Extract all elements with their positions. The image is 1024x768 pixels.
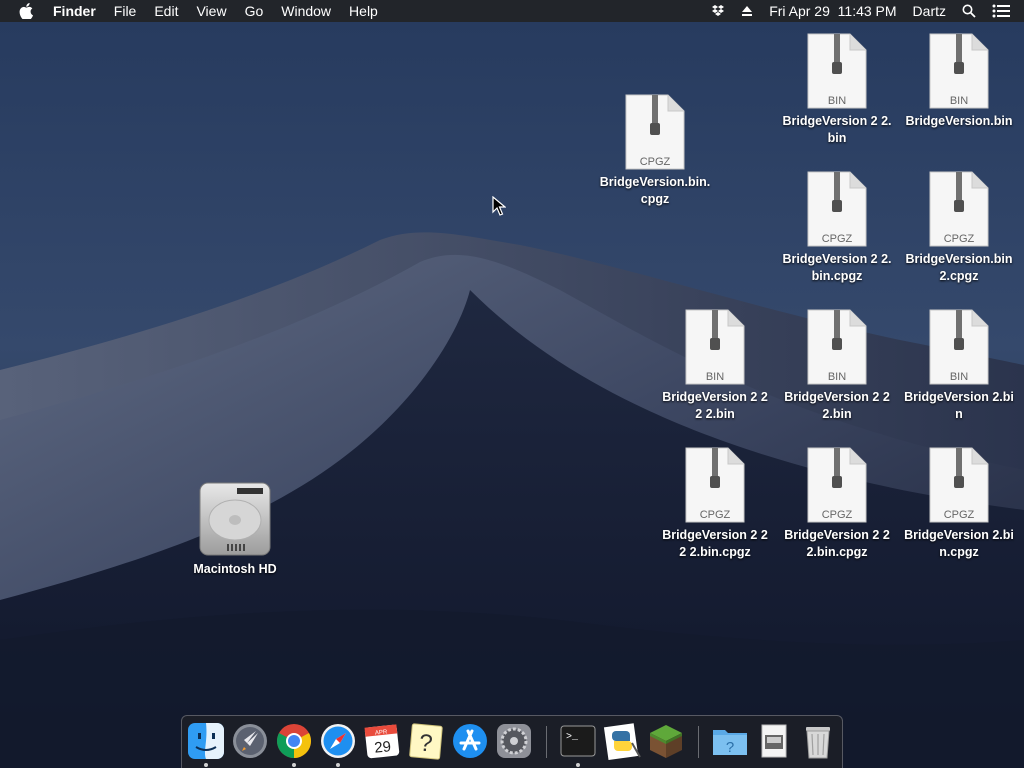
archive-file-icon: CPGZ	[625, 94, 685, 170]
dock-python-launcher-icon[interactable]	[602, 721, 642, 761]
file-label: BridgeVersion 2 2.bin	[782, 114, 892, 145]
menu-help[interactable]: Help	[340, 0, 387, 22]
dropbox-icon[interactable]	[703, 0, 733, 22]
svg-text:CPGZ: CPGZ	[944, 233, 975, 245]
file-label: BridgeVersion 2 2 2 2.bin	[662, 390, 768, 421]
user-name[interactable]: Dartz	[905, 0, 954, 22]
archive-file-icon: BIN	[929, 309, 989, 385]
dock-document-icon[interactable]	[754, 721, 794, 761]
svg-text:BIN: BIN	[828, 371, 846, 383]
svg-text:>_: >_	[566, 732, 579, 743]
mouse-cursor-icon	[492, 196, 506, 216]
macintosh-hd-drive[interactable]: Macintosh HD	[174, 480, 296, 576]
svg-text:CPGZ: CPGZ	[822, 233, 853, 245]
svg-text:BIN: BIN	[950, 371, 968, 383]
file-icon-bridgeversion-2-2-bin-cpgz[interactable]: CPGZ BridgeVersion 2 2.bin.cpgz	[776, 170, 898, 285]
archive-file-icon: CPGZ	[685, 447, 745, 523]
file-icon-bridgeversion-bin-cpgz[interactable]: CPGZ BridgeVersion.bin.cpgz	[594, 93, 716, 208]
file-label: BridgeVersion.bin 2.cpgz	[905, 252, 1013, 283]
file-icon-bridgeversion-2-bin[interactable]: BIN BridgeVersion 2.bin	[898, 308, 1020, 423]
menu-window[interactable]: Window	[272, 0, 340, 22]
menu-file[interactable]: File	[105, 0, 146, 22]
dock-chrome-icon[interactable]	[274, 721, 314, 761]
svg-text:BIN: BIN	[950, 95, 968, 107]
dock-finder-icon[interactable]	[186, 721, 226, 761]
dock: APR 29 ? >_ ?	[181, 715, 843, 768]
file-icon-bridgeversion-2-2-2-bin[interactable]: BIN BridgeVersion 2 2 2.bin	[776, 308, 898, 423]
running-indicator	[336, 763, 340, 767]
archive-file-icon: CPGZ	[807, 171, 867, 247]
menu-finder[interactable]: Finder	[44, 0, 105, 22]
archive-file-icon: CPGZ	[929, 171, 989, 247]
dock-app-store-icon[interactable]	[450, 721, 490, 761]
dock-help-icon[interactable]: ?	[406, 721, 446, 761]
dock-minecraft-icon[interactable]	[646, 721, 686, 761]
file-icon-bridgeversion-bin[interactable]: BIN BridgeVersion.bin	[898, 32, 1020, 130]
archive-file-icon: BIN	[685, 309, 745, 385]
clock[interactable]: Fri Apr 29 11:43 PM	[761, 0, 904, 22]
dock-calendar-icon[interactable]: APR 29	[362, 721, 402, 761]
running-indicator	[576, 763, 580, 767]
svg-text:BIN: BIN	[706, 371, 724, 383]
file-label: BridgeVersion 2.bin.cpgz	[904, 528, 1014, 559]
svg-text:BIN: BIN	[828, 95, 846, 107]
dock-safari-icon[interactable]	[318, 721, 358, 761]
running-indicator	[292, 763, 296, 767]
file-icon-bridgeversion-bin-2-cpgz[interactable]: CPGZ BridgeVersion.bin 2.cpgz	[898, 170, 1020, 285]
archive-file-icon: BIN	[807, 309, 867, 385]
archive-file-icon: BIN	[929, 33, 989, 109]
eject-icon[interactable]	[733, 0, 761, 22]
file-icon-bridgeversion-2-bin-cpgz[interactable]: CPGZ BridgeVersion 2.bin.cpgz	[898, 446, 1020, 561]
archive-file-icon: BIN	[807, 33, 867, 109]
dock-launchpad-icon[interactable]	[230, 721, 270, 761]
svg-text:CPGZ: CPGZ	[822, 509, 853, 521]
menu-view[interactable]: View	[187, 0, 235, 22]
svg-text:CPGZ: CPGZ	[640, 156, 671, 168]
svg-text:29: 29	[373, 738, 391, 757]
file-label: BridgeVersion 2 2 2.bin.cpgz	[784, 528, 890, 559]
dock-system-preferences-icon[interactable]	[494, 721, 534, 761]
file-label: BridgeVersion 2 2.bin.cpgz	[782, 252, 892, 283]
archive-file-icon: CPGZ	[807, 447, 867, 523]
svg-text:CPGZ: CPGZ	[944, 509, 975, 521]
file-label: BridgeVersion 2 2 2.bin	[784, 390, 890, 421]
dock-separator	[698, 726, 699, 758]
menu-edit[interactable]: Edit	[145, 0, 187, 22]
file-label: BridgeVersion 2.bin	[904, 390, 1014, 421]
dock-trash-icon[interactable]	[798, 721, 838, 761]
notification-center-icon[interactable]	[984, 0, 1024, 22]
menu-go[interactable]: Go	[236, 0, 273, 22]
drive-label: Macintosh HD	[193, 562, 277, 576]
archive-file-icon: CPGZ	[929, 447, 989, 523]
file-label: BridgeVersion.bin	[905, 114, 1013, 128]
dock-separator	[546, 726, 547, 758]
file-icon-bridgeversion-2-2-2-bin-cpgz[interactable]: CPGZ BridgeVersion 2 2 2.bin.cpgz	[776, 446, 898, 561]
menu-bar: Finder File Edit View Go Window Help Fri…	[0, 0, 1024, 22]
running-indicator	[204, 763, 208, 767]
file-label: BridgeVersion.bin.cpgz	[599, 175, 711, 206]
file-icon-bridgeversion-2-2-2-2-bin[interactable]: BIN BridgeVersion 2 2 2 2.bin	[654, 308, 776, 423]
svg-text:?: ?	[726, 739, 734, 756]
apple-icon[interactable]	[14, 0, 38, 22]
file-label: BridgeVersion 2 2 2 2.bin.cpgz	[662, 528, 768, 559]
svg-text:?: ?	[418, 729, 434, 757]
hard-drive-icon	[199, 482, 271, 556]
file-icon-bridgeversion-2-2-bin[interactable]: BIN BridgeVersion 2 2.bin	[776, 32, 898, 147]
dock-folder-icon[interactable]: ?	[710, 721, 750, 761]
svg-text:CPGZ: CPGZ	[700, 509, 731, 521]
spotlight-icon[interactable]	[954, 0, 984, 22]
file-icon-bridgeversion-2-2-2-2-bin-cpgz[interactable]: CPGZ BridgeVersion 2 2 2 2.bin.cpgz	[654, 446, 776, 561]
dock-terminal-icon[interactable]: >_	[558, 721, 598, 761]
